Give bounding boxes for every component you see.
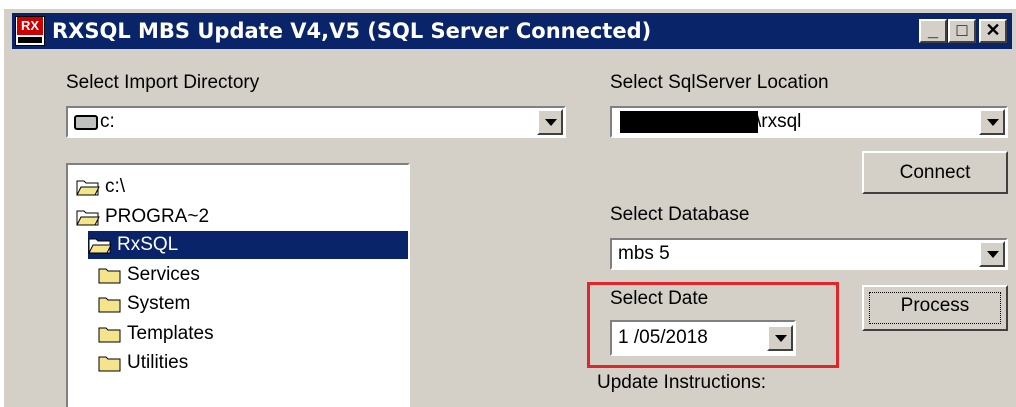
tree-item-label: Services <box>127 264 200 285</box>
minimize-icon: _ <box>927 20 938 40</box>
redacted-block <box>620 111 758 133</box>
tree-item-label: c:\ <box>105 176 126 197</box>
tree-item[interactable]: c:\ <box>76 173 127 201</box>
chevron-down-icon[interactable] <box>537 109 563 135</box>
close-button[interactable]: ✕ <box>979 19 1007 43</box>
tree-item[interactable]: PROGRA~2 <box>76 203 211 231</box>
folder-icon <box>98 326 122 343</box>
directory-tree[interactable]: c:\ PROGRA~2 RxSQL Services System Templates U… <box>66 163 410 407</box>
process-button[interactable]: Process <box>862 285 1008 331</box>
app-window: RX RXSQL MBS Update V4,V5 (SQL Server Co… <box>0 0 1016 407</box>
date-highlight-annotation <box>587 282 839 368</box>
folder-icon <box>98 355 122 372</box>
chevron-down-icon[interactable] <box>979 109 1005 135</box>
sqlserver-location-value: \rxsql <box>756 111 802 132</box>
folder-icon <box>98 296 122 313</box>
tree-item-label: Utilities <box>127 352 189 373</box>
tree-item[interactable]: Services <box>98 261 202 289</box>
tree-item-label: Templates <box>127 323 214 344</box>
chevron-down-icon[interactable] <box>979 241 1005 267</box>
tree-item[interactable]: Templates <box>98 320 216 348</box>
maximize-button[interactable]: □ <box>948 19 976 43</box>
tree-item[interactable]: Utilities <box>98 349 190 377</box>
close-icon: ✕ <box>985 20 1001 40</box>
app-logo-icon: RX <box>15 16 45 46</box>
drive-icon <box>74 115 98 130</box>
tree-item[interactable]: System <box>98 290 192 318</box>
title-bar[interactable]: RX RXSQL MBS Update V4,V5 (SQL Server Co… <box>12 13 1012 49</box>
drive-value: c: <box>100 111 115 132</box>
app-logo-text: RX <box>17 17 43 35</box>
drive-select[interactable]: c: <box>66 106 566 138</box>
database-value: mbs 5 <box>618 243 670 264</box>
tree-item-label: RxSQL <box>117 234 179 255</box>
maximize-icon: □ <box>956 20 968 40</box>
connect-button-label: Connect <box>899 162 971 183</box>
database-label: Select Database <box>610 204 750 225</box>
sqlserver-location-select[interactable]: \rxsql <box>610 106 1008 138</box>
update-instructions-label: Update Instructions: <box>597 372 766 393</box>
tree-item-label: System <box>127 293 191 314</box>
open-folder-icon <box>76 179 100 196</box>
open-folder-icon <box>88 237 112 254</box>
connect-button[interactable]: Connect <box>862 151 1008 194</box>
database-select[interactable]: mbs 5 <box>610 238 1008 270</box>
open-folder-icon <box>76 209 100 226</box>
import-directory-label: Select Import Directory <box>66 72 260 93</box>
tree-item[interactable]: RxSQL <box>88 231 408 259</box>
tree-item-label: PROGRA~2 <box>105 206 210 227</box>
minimize-button[interactable]: _ <box>919 19 947 43</box>
folder-icon <box>98 267 122 284</box>
window-title: RXSQL MBS Update V4,V5 (SQL Server Conne… <box>52 19 652 43</box>
top-border <box>4 0 1016 9</box>
sqlserver-location-label: Select SqlServer Location <box>610 72 829 93</box>
